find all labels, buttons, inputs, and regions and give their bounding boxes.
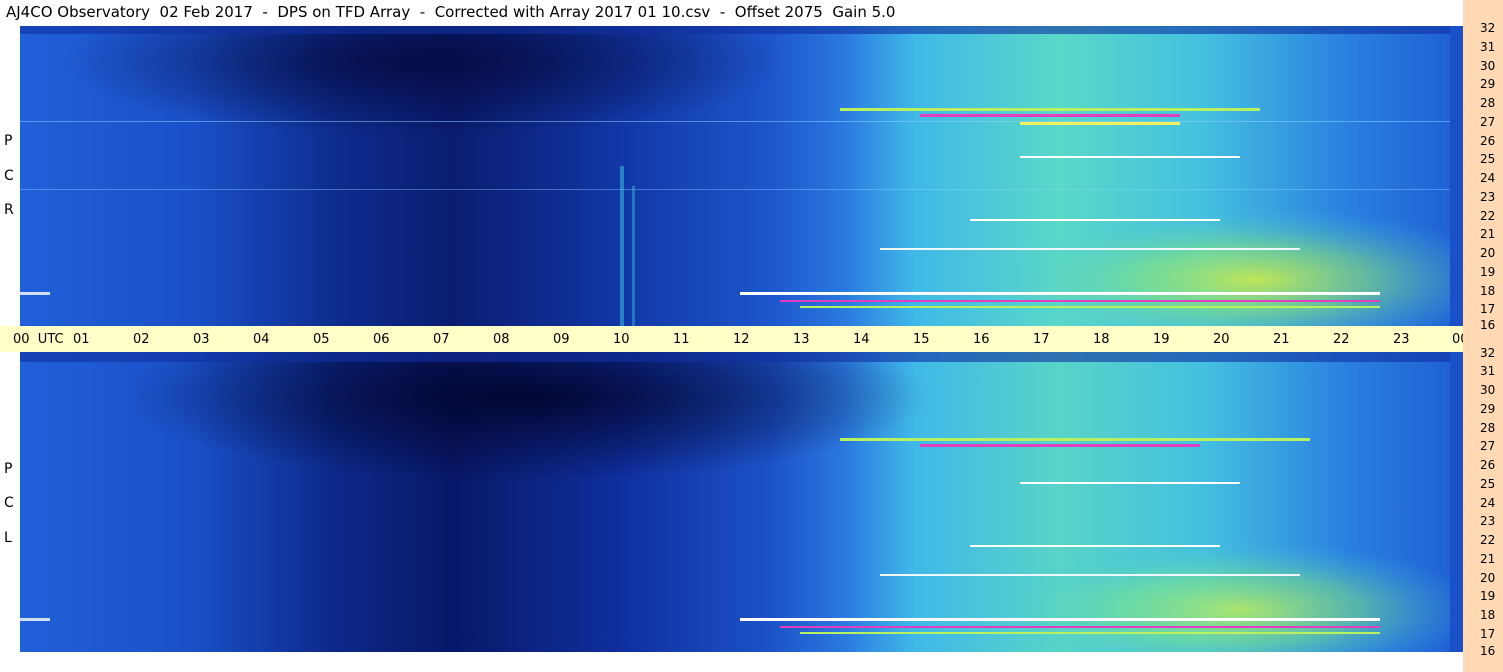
time-label-11: 11 [673,332,690,347]
time-label-07: 07 [433,332,450,347]
time-label-04: 04 [253,332,270,347]
freq-top-24: 24 [1480,171,1496,185]
freq-top-30: 30 [1480,59,1496,73]
freq-top-21: 21 [1480,227,1496,241]
freq-top-23: 23 [1480,190,1496,204]
time-label-20: 20 [1213,332,1230,347]
freq-top-31: 31 [1480,40,1496,54]
time-label-19: 19 [1153,332,1170,347]
page-title: AJ4CO Observatory 02 Feb 2017 - DPS on T… [6,3,896,21]
time-label-12: 12 [733,332,750,347]
polar-letter-top-3: R [4,202,14,218]
freq-top-18: 18 [1480,284,1496,298]
time-label-14: 14 [853,332,870,347]
freq-top-25: 25 [1480,152,1496,166]
time-label-23: 23 [1393,332,1410,347]
title-bar: AJ4CO Observatory 02 Feb 2017 - DPS on T… [0,0,1463,26]
freq-bottom-20: 20 [1480,571,1496,585]
freq-bottom-24: 24 [1480,496,1496,510]
freq-bottom-26: 26 [1480,458,1496,472]
freq-bottom-29: 29 [1480,402,1496,416]
time-label-05: 05 [313,332,330,347]
freq-bottom-17: 17 [1480,627,1496,641]
polar-letter-bottom-3: L [4,530,12,546]
time-label-00: 00 UTC [13,332,64,347]
freq-bottom-16: 16 [1480,644,1496,658]
freq-bottom-18: 18 [1480,608,1496,622]
time-axis: 00 UTC 01 02 03 04 05 06 07 08 09 10 11 … [0,326,1501,352]
freq-bottom-22: 22 [1480,533,1496,547]
freq-bottom-27: 27 [1480,439,1496,453]
freq-bottom-30: 30 [1480,383,1496,397]
polar-letter-top-1: P [4,133,13,149]
time-label-15: 15 [913,332,930,347]
time-label-17: 17 [1033,332,1050,347]
freq-bottom-32: 32 [1480,346,1496,360]
freq-bottom-25: 25 [1480,477,1496,491]
bottom-strip [0,652,1463,672]
freq-top-26: 26 [1480,134,1496,148]
freq-top-20: 20 [1480,246,1496,260]
time-label-21: 21 [1273,332,1290,347]
freq-top-27: 27 [1480,115,1496,129]
freq-top-28: 28 [1480,96,1496,110]
polar-letter-bottom-1: P [4,461,13,477]
freq-top-19: 19 [1480,265,1496,279]
spectrogram-rcp [20,26,1463,326]
time-label-18: 18 [1093,332,1110,347]
spectrogram-lcp [20,352,1463,652]
time-label-16: 16 [973,332,990,347]
polar-letter-bottom-2: C [4,495,14,511]
time-label-13: 13 [793,332,810,347]
time-label-01: 01 [73,332,90,347]
time-label-02: 02 [133,332,150,347]
freq-bottom-19: 19 [1480,589,1496,603]
polar-letter-top-2: C [4,168,14,184]
time-label-08: 08 [493,332,510,347]
time-label-09: 09 [553,332,570,347]
freq-top-29: 29 [1480,77,1496,91]
freq-top-22: 22 [1480,209,1496,223]
freq-top-17: 17 [1480,302,1496,316]
freq-top-16: 16 [1480,318,1496,332]
freq-bottom-31: 31 [1480,364,1496,378]
time-label-22: 22 [1333,332,1350,347]
time-label-06: 06 [373,332,390,347]
time-label-03: 03 [193,332,210,347]
time-label-10: 10 [613,332,630,347]
freq-bottom-28: 28 [1480,421,1496,435]
freq-bottom-21: 21 [1480,552,1496,566]
freq-bottom-23: 23 [1480,514,1496,528]
freq-top-32: 32 [1480,21,1496,35]
